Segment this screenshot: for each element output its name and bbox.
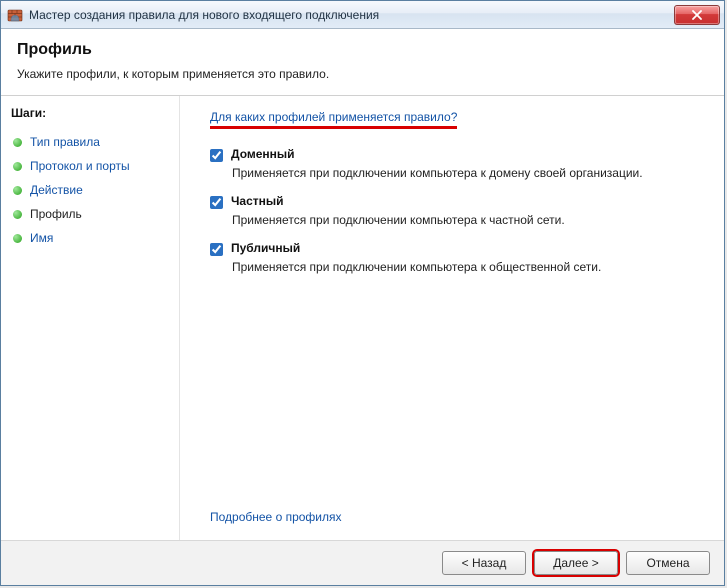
profile-row-private: Частный <box>210 194 708 209</box>
step-bullet-icon <box>13 162 22 171</box>
window-title: Мастер создания правила для нового входя… <box>29 8 674 22</box>
profile-desc-private: Применяется при подключении компьютера к… <box>232 213 708 227</box>
profile-checkbox-domain[interactable] <box>210 149 223 162</box>
profile-checkbox-private[interactable] <box>210 196 223 209</box>
step-item-4[interactable]: Имя <box>11 226 171 250</box>
titlebar: Мастер создания правила для нового входя… <box>1 1 724 29</box>
profile-row-domain: Доменный <box>210 147 708 162</box>
steps-title: Шаги: <box>11 106 171 120</box>
close-button[interactable] <box>674 5 720 25</box>
page-title: Профиль <box>17 41 708 59</box>
step-item-0[interactable]: Тип правила <box>11 130 171 154</box>
profile-desc-public: Применяется при подключении компьютера к… <box>232 260 708 274</box>
profile-label-domain: Доменный <box>231 147 295 161</box>
step-bullet-icon <box>13 186 22 195</box>
step-item-1[interactable]: Протокол и порты <box>11 154 171 178</box>
step-item-3: Профиль <box>11 202 171 226</box>
next-button[interactable]: Далее > <box>534 551 618 575</box>
step-label: Тип правила <box>30 135 100 149</box>
page-subtitle: Укажите профили, к которым применяется э… <box>17 67 708 81</box>
steps-list: Тип правила Протокол и порты Действие Профи… <box>11 130 171 250</box>
footer: < Назад Далее > Отмена <box>1 540 724 585</box>
step-label: Протокол и порты <box>30 159 130 173</box>
wizard-window: Мастер создания правила для нового входя… <box>0 0 725 586</box>
profile-label-public: Публичный <box>231 241 300 255</box>
profile-question: Для каких профилей применяется правило? <box>210 110 457 129</box>
steps-pane: Шаги: Тип правила Протокол и порты Действи… <box>1 96 179 540</box>
learn-more-link[interactable]: Подробнее о профилях <box>210 510 708 524</box>
back-button[interactable]: < Назад <box>442 551 526 575</box>
step-item-2[interactable]: Действие <box>11 178 171 202</box>
profiles-group: Доменный Применяется при подключении комп… <box>210 147 708 288</box>
step-label: Имя <box>30 231 53 245</box>
profile-row-public: Публичный <box>210 241 708 256</box>
profile-label-private: Частный <box>231 194 284 208</box>
step-bullet-icon <box>13 138 22 147</box>
body: Шаги: Тип правила Протокол и порты Действи… <box>1 96 724 540</box>
header: Профиль Укажите профили, к которым приме… <box>1 29 724 96</box>
firewall-icon <box>7 7 23 23</box>
step-label: Профиль <box>30 207 82 221</box>
content-pane: Для каких профилей применяется правило? … <box>179 96 724 540</box>
profile-checkbox-public[interactable] <box>210 243 223 256</box>
step-bullet-icon <box>13 210 22 219</box>
step-bullet-icon <box>13 234 22 243</box>
profile-desc-domain: Применяется при подключении компьютера к… <box>232 166 708 180</box>
cancel-button[interactable]: Отмена <box>626 551 710 575</box>
step-label: Действие <box>30 183 83 197</box>
